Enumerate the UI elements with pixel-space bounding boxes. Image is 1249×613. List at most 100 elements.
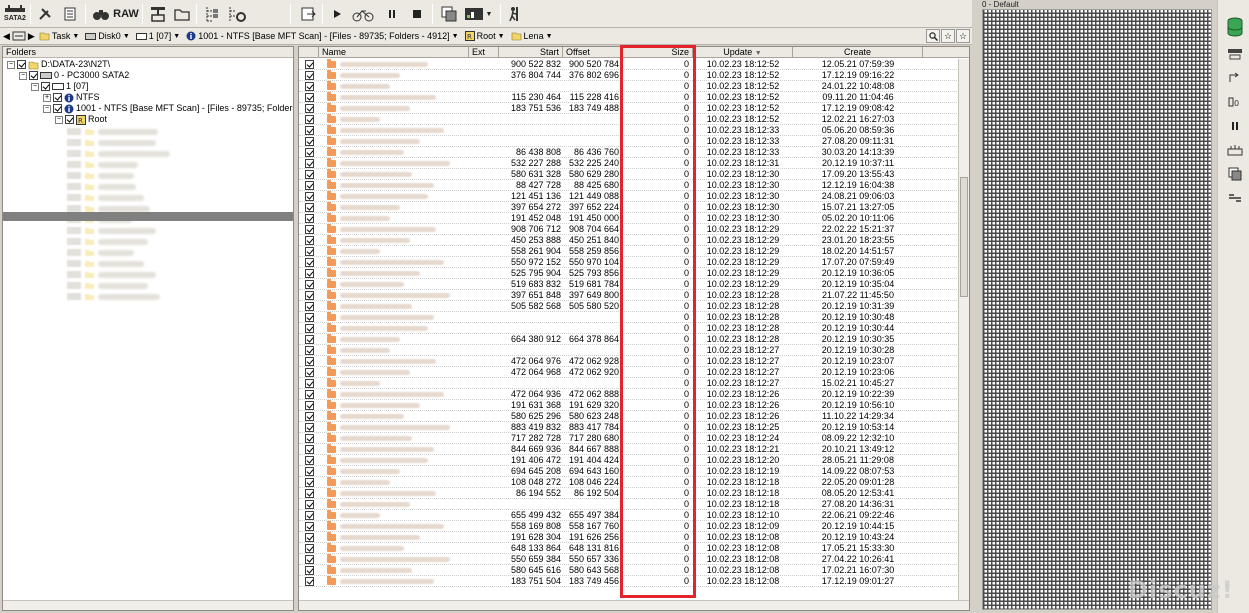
exit-button[interactable]: [506, 3, 526, 25]
tree-node-path[interactable]: − D:\DATA-23\N2T\: [7, 59, 110, 70]
row-checkbox[interactable]: [305, 236, 314, 245]
tree-node-blurred[interactable]: [67, 269, 156, 280]
tree-node-blurred[interactable]: [67, 192, 144, 203]
database-button[interactable]: [1226, 16, 1244, 38]
row-checkbox[interactable]: [305, 379, 314, 388]
copy-button[interactable]: [438, 3, 460, 25]
tree-checkbox[interactable]: [17, 60, 26, 69]
favorite-add-button[interactable]: ☆: [941, 29, 955, 43]
collapse-toggle[interactable]: −: [31, 82, 39, 91]
path-folder[interactable]: Lena ▼: [511, 31, 553, 41]
row-checkbox[interactable]: [305, 467, 314, 476]
row-checkbox[interactable]: [305, 137, 314, 146]
column-name[interactable]: Name: [319, 47, 469, 58]
row-checkbox[interactable]: [305, 401, 314, 410]
selected-folder-row[interactable]: [3, 212, 293, 221]
tree-node-blurred[interactable]: [67, 291, 160, 302]
tree-node-blurred[interactable]: [67, 280, 148, 291]
tools-button[interactable]: [35, 3, 55, 25]
collapse-toggle[interactable]: −: [43, 104, 51, 113]
path-volume[interactable]: 1001 - NTFS [Base MFT Scan] - [Files - 8…: [186, 31, 459, 41]
tree-checkbox[interactable]: [65, 115, 74, 124]
column-start[interactable]: Start: [499, 47, 563, 58]
file-list-vertical-scrollbar[interactable]: [958, 59, 969, 601]
row-checkbox[interactable]: [305, 214, 314, 223]
row-checkbox[interactable]: [305, 313, 314, 322]
tree-node-blurred[interactable]: [67, 247, 134, 258]
play-button[interactable]: [328, 3, 346, 25]
row-checkbox[interactable]: [305, 258, 314, 267]
tree-node-blurred[interactable]: [67, 225, 156, 236]
tree-node-blurred[interactable]: [67, 236, 148, 247]
counter-button[interactable]: 0: [1226, 94, 1244, 110]
run-bike-button[interactable]: [350, 3, 376, 25]
row-checkbox[interactable]: [305, 203, 314, 212]
file-list-horizontal-scrollbar[interactable]: [299, 600, 969, 610]
tree-node-blurred[interactable]: [67, 126, 158, 137]
row-checkbox[interactable]: [305, 280, 314, 289]
row-checkbox[interactable]: [305, 511, 314, 520]
tree-checkbox[interactable]: [29, 71, 38, 80]
tree-node-root[interactable]: − R Root: [55, 114, 107, 125]
tree-node-blurred[interactable]: [67, 137, 156, 148]
scroll-button[interactable]: [59, 3, 81, 25]
row-checkbox[interactable]: [305, 170, 314, 179]
tree-node-blurred[interactable]: [67, 181, 136, 192]
tree-view-button[interactable]: [201, 3, 223, 25]
tree-node-blurred[interactable]: [67, 159, 138, 170]
row-checkbox[interactable]: [305, 555, 314, 564]
reset-button[interactable]: [1226, 46, 1244, 62]
column-update[interactable]: Update ▼: [693, 47, 793, 58]
row-checkbox[interactable]: [305, 291, 314, 300]
row-checkbox[interactable]: [305, 115, 314, 124]
row-checkbox[interactable]: [305, 478, 314, 487]
search-button[interactable]: [926, 29, 940, 43]
tree-node-device[interactable]: − 0 - PC3000 SATA2: [19, 70, 129, 81]
row-checkbox[interactable]: [305, 533, 314, 542]
tree-node-ntfs[interactable]: + NTFS: [43, 92, 100, 103]
open-folder-button[interactable]: [171, 3, 193, 25]
row-checkbox[interactable]: [305, 489, 314, 498]
collapse-toggle[interactable]: −: [7, 60, 15, 69]
column-checkbox[interactable]: [299, 47, 319, 58]
row-checkbox[interactable]: [305, 269, 314, 278]
path-root[interactable]: R Root ▼: [464, 31, 505, 41]
scroll-thumb[interactable]: [960, 177, 968, 297]
raw-button[interactable]: RAW: [113, 3, 139, 25]
back-button[interactable]: ◀: [3, 31, 10, 42]
sata-device-button[interactable]: SATA2: [2, 3, 28, 25]
collapse-toggle[interactable]: −: [55, 115, 63, 124]
tree-settings-button[interactable]: [225, 3, 249, 25]
column-offset[interactable]: Offset: [563, 47, 621, 58]
path-partition[interactable]: 1 [07] ▼: [135, 31, 180, 41]
row-checkbox[interactable]: [305, 148, 314, 157]
path-task[interactable]: Task ▼: [39, 31, 79, 41]
row-checkbox[interactable]: [305, 577, 314, 586]
row-checkbox[interactable]: [305, 126, 314, 135]
collapse-toggle[interactable]: −: [19, 71, 27, 80]
sync-button[interactable]: [1226, 70, 1244, 86]
row-checkbox[interactable]: [305, 500, 314, 509]
view-mode-dropdown[interactable]: ▼: [463, 3, 493, 25]
row-checkbox[interactable]: [305, 181, 314, 190]
row-checkbox[interactable]: [305, 192, 314, 201]
tree-node-volume[interactable]: − 1001 - NTFS [Base MFT Scan] - [Files -…: [43, 103, 293, 114]
structure-button[interactable]: [147, 3, 169, 25]
map-pause-button[interactable]: [1226, 118, 1244, 134]
map-link-button[interactable]: [1226, 190, 1244, 206]
row-checkbox[interactable]: [305, 390, 314, 399]
column-ext[interactable]: Ext: [469, 47, 499, 58]
history-button[interactable]: [12, 31, 26, 41]
row-checkbox[interactable]: [305, 225, 314, 234]
row-checkbox[interactable]: [305, 346, 314, 355]
find-button[interactable]: [91, 3, 111, 25]
row-checkbox[interactable]: [305, 456, 314, 465]
row-checkbox[interactable]: [305, 566, 314, 575]
tree-checkbox[interactable]: [53, 93, 62, 102]
expand-toggle[interactable]: +: [43, 93, 51, 102]
pause-button[interactable]: [383, 3, 401, 25]
row-checkbox[interactable]: [305, 412, 314, 421]
row-checkbox[interactable]: [305, 93, 314, 102]
tree-checkbox[interactable]: [41, 82, 50, 91]
column-create[interactable]: Create: [793, 47, 923, 58]
